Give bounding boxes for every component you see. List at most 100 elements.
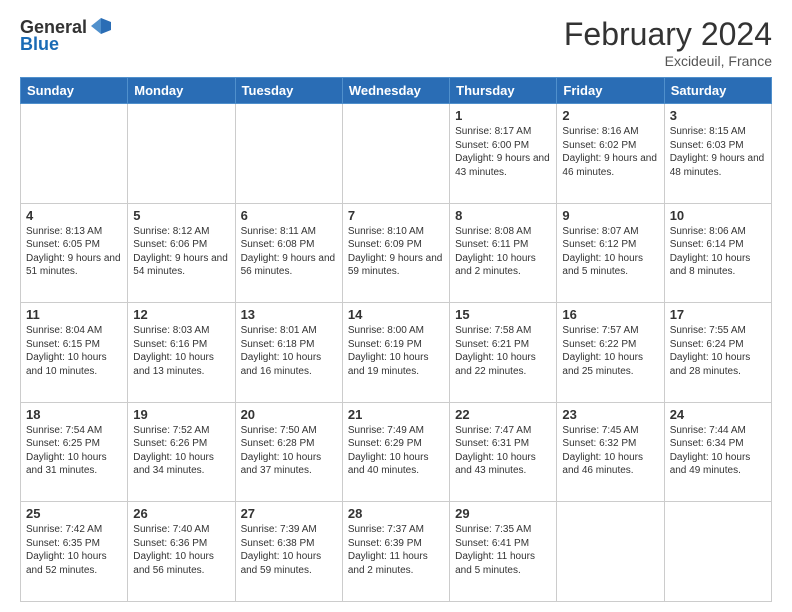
day-info: Sunrise: 7:50 AM Sunset: 6:28 PM Dayligh… — [241, 424, 337, 478]
day-info: Sunrise: 7:42 AM Sunset: 6:35 PM Dayligh… — [26, 523, 122, 577]
title-section: February 2024 Excideuil, France — [564, 16, 772, 69]
day-number: 17 — [670, 307, 766, 322]
day-info: Sunrise: 7:54 AM Sunset: 6:25 PM Dayligh… — [26, 424, 122, 478]
day-number: 1 — [455, 108, 551, 123]
day-number: 8 — [455, 208, 551, 223]
day-info: Sunrise: 8:11 AM Sunset: 6:08 PM Dayligh… — [241, 225, 337, 279]
calendar-week-row: 25 Sunrise: 7:42 AM Sunset: 6:35 PM Dayli… — [21, 502, 772, 602]
calendar-header-row: Sunday Monday Tuesday Wednesday Thursday… — [21, 78, 772, 104]
calendar-week-row: 1 Sunrise: 8:17 AM Sunset: 6:00 PM Daylig… — [21, 104, 772, 204]
table-row — [664, 502, 771, 602]
table-row: 2Sunrise: 8:16 AM Sunset: 6:02 PM Daylig… — [557, 104, 664, 204]
col-saturday: Saturday — [664, 78, 771, 104]
day-info: Sunrise: 8:07 AM Sunset: 6:12 PM Dayligh… — [562, 225, 658, 279]
table-row: 26 Sunrise: 7:40 AM Sunset: 6:36 PM Dayli… — [128, 502, 235, 602]
table-row: 29Sunrise: 7:35 AM Sunset: 6:41 PM Dayli… — [450, 502, 557, 602]
table-row: 11Sunrise: 8:04 AM Sunset: 6:15 PM Dayli… — [21, 303, 128, 403]
day-info: Sunrise: 7:57 AM Sunset: 6:22 PM Dayligh… — [562, 324, 658, 378]
day-number: 12 — [133, 307, 229, 322]
day-number: 16 — [562, 307, 658, 322]
day-number: 5 — [133, 208, 229, 223]
day-info: Sunrise: 8:10 AM Sunset: 6:09 PM Dayligh… — [348, 225, 444, 279]
logo-icon — [89, 14, 113, 38]
col-friday: Friday — [557, 78, 664, 104]
day-info: Sunrise: 7:39 AM Sunset: 6:38 PM Dayligh… — [241, 523, 337, 577]
day-info: Sunrise: 8:01 AM Sunset: 6:18 PM Dayligh… — [241, 324, 337, 378]
calendar-week-row: 11Sunrise: 8:04 AM Sunset: 6:15 PM Dayli… — [21, 303, 772, 403]
day-number: 7 — [348, 208, 444, 223]
table-row: 5 Sunrise: 8:12 AM Sunset: 6:06 PM Daylig… — [128, 203, 235, 303]
table-row — [21, 104, 128, 204]
col-wednesday: Wednesday — [342, 78, 449, 104]
table-row: 4 Sunrise: 8:13 AM Sunset: 6:05 PM Daylig… — [21, 203, 128, 303]
day-number: 14 — [348, 307, 444, 322]
table-row — [557, 502, 664, 602]
col-tuesday: Tuesday — [235, 78, 342, 104]
day-number: 19 — [133, 407, 229, 422]
day-info: Sunrise: 7:40 AM Sunset: 6:36 PM Dayligh… — [133, 523, 229, 577]
day-number: 22 — [455, 407, 551, 422]
table-row: 13Sunrise: 8:01 AM Sunset: 6:18 PM Dayli… — [235, 303, 342, 403]
table-row: 9 Sunrise: 8:07 AM Sunset: 6:12 PM Daylig… — [557, 203, 664, 303]
day-info: Sunrise: 7:47 AM Sunset: 6:31 PM Dayligh… — [455, 424, 551, 478]
table-row: 25 Sunrise: 7:42 AM Sunset: 6:35 PM Dayli… — [21, 502, 128, 602]
calendar-table: Sunday Monday Tuesday Wednesday Thursday… — [20, 77, 772, 602]
table-row — [342, 104, 449, 204]
day-info: Sunrise: 8:15 AM Sunset: 6:03 PM Dayligh… — [670, 125, 766, 179]
table-row: 24Sunrise: 7:44 AM Sunset: 6:34 PM Dayli… — [664, 402, 771, 502]
table-row: 15 Sunrise: 7:58 AM Sunset: 6:21 PM Dayli… — [450, 303, 557, 403]
day-info: Sunrise: 7:37 AM Sunset: 6:39 PM Dayligh… — [348, 523, 444, 577]
day-number: 9 — [562, 208, 658, 223]
day-info: Sunrise: 8:13 AM Sunset: 6:05 PM Dayligh… — [26, 225, 122, 279]
table-row: 22 Sunrise: 7:47 AM Sunset: 6:31 PM Dayli… — [450, 402, 557, 502]
day-number: 4 — [26, 208, 122, 223]
day-number: 23 — [562, 407, 658, 422]
day-info: Sunrise: 8:03 AM Sunset: 6:16 PM Dayligh… — [133, 324, 229, 378]
calendar-week-row: 18 Sunrise: 7:54 AM Sunset: 6:25 PM Dayli… — [21, 402, 772, 502]
table-row: 10Sunrise: 8:06 AM Sunset: 6:14 PM Dayli… — [664, 203, 771, 303]
day-info: Sunrise: 7:49 AM Sunset: 6:29 PM Dayligh… — [348, 424, 444, 478]
table-row: 16 Sunrise: 7:57 AM Sunset: 6:22 PM Dayli… — [557, 303, 664, 403]
logo: General Blue — [20, 16, 113, 55]
table-row: 7 Sunrise: 8:10 AM Sunset: 6:09 PM Daylig… — [342, 203, 449, 303]
day-info: Sunrise: 8:12 AM Sunset: 6:06 PM Dayligh… — [133, 225, 229, 279]
day-number: 27 — [241, 506, 337, 521]
day-number: 11 — [26, 307, 122, 322]
table-row — [235, 104, 342, 204]
day-number: 25 — [26, 506, 122, 521]
day-info: Sunrise: 7:44 AM Sunset: 6:34 PM Dayligh… — [670, 424, 766, 478]
table-row: 8 Sunrise: 8:08 AM Sunset: 6:11 PM Daylig… — [450, 203, 557, 303]
col-thursday: Thursday — [450, 78, 557, 104]
day-info: Sunrise: 8:00 AM Sunset: 6:19 PM Dayligh… — [348, 324, 444, 378]
calendar-week-row: 4 Sunrise: 8:13 AM Sunset: 6:05 PM Daylig… — [21, 203, 772, 303]
table-row: 14 Sunrise: 8:00 AM Sunset: 6:19 PM Dayli… — [342, 303, 449, 403]
col-sunday: Sunday — [21, 78, 128, 104]
table-row — [128, 104, 235, 204]
table-row: 28Sunrise: 7:37 AM Sunset: 6:39 PM Dayli… — [342, 502, 449, 602]
table-row: 18 Sunrise: 7:54 AM Sunset: 6:25 PM Dayli… — [21, 402, 128, 502]
day-info: Sunrise: 7:58 AM Sunset: 6:21 PM Dayligh… — [455, 324, 551, 378]
table-row: 17Sunrise: 7:55 AM Sunset: 6:24 PM Dayli… — [664, 303, 771, 403]
day-info: Sunrise: 8:08 AM Sunset: 6:11 PM Dayligh… — [455, 225, 551, 279]
day-number: 20 — [241, 407, 337, 422]
day-number: 3 — [670, 108, 766, 123]
logo-blue-text: Blue — [20, 34, 59, 55]
table-row: 3 Sunrise: 8:15 AM Sunset: 6:03 PM Daylig… — [664, 104, 771, 204]
day-number: 18 — [26, 407, 122, 422]
page: General Blue February 2024 Excideuil, Fr… — [0, 0, 792, 612]
day-info: Sunrise: 8:17 AM Sunset: 6:00 PM Dayligh… — [455, 125, 551, 179]
header: General Blue February 2024 Excideuil, Fr… — [20, 16, 772, 69]
day-number: 29 — [455, 506, 551, 521]
day-number: 21 — [348, 407, 444, 422]
day-number: 15 — [455, 307, 551, 322]
table-row: 19Sunrise: 7:52 AM Sunset: 6:26 PM Dayli… — [128, 402, 235, 502]
table-row: 23Sunrise: 7:45 AM Sunset: 6:32 PM Dayli… — [557, 402, 664, 502]
day-info: Sunrise: 8:06 AM Sunset: 6:14 PM Dayligh… — [670, 225, 766, 279]
day-number: 26 — [133, 506, 229, 521]
table-row: 27 Sunrise: 7:39 AM Sunset: 6:38 PM Dayli… — [235, 502, 342, 602]
day-info: Sunrise: 8:16 AM Sunset: 6:02 PM Dayligh… — [562, 125, 658, 179]
table-row: 21 Sunrise: 7:49 AM Sunset: 6:29 PM Dayli… — [342, 402, 449, 502]
table-row: 20 Sunrise: 7:50 AM Sunset: 6:28 PM Dayli… — [235, 402, 342, 502]
day-number: 6 — [241, 208, 337, 223]
location: Excideuil, France — [564, 53, 772, 69]
